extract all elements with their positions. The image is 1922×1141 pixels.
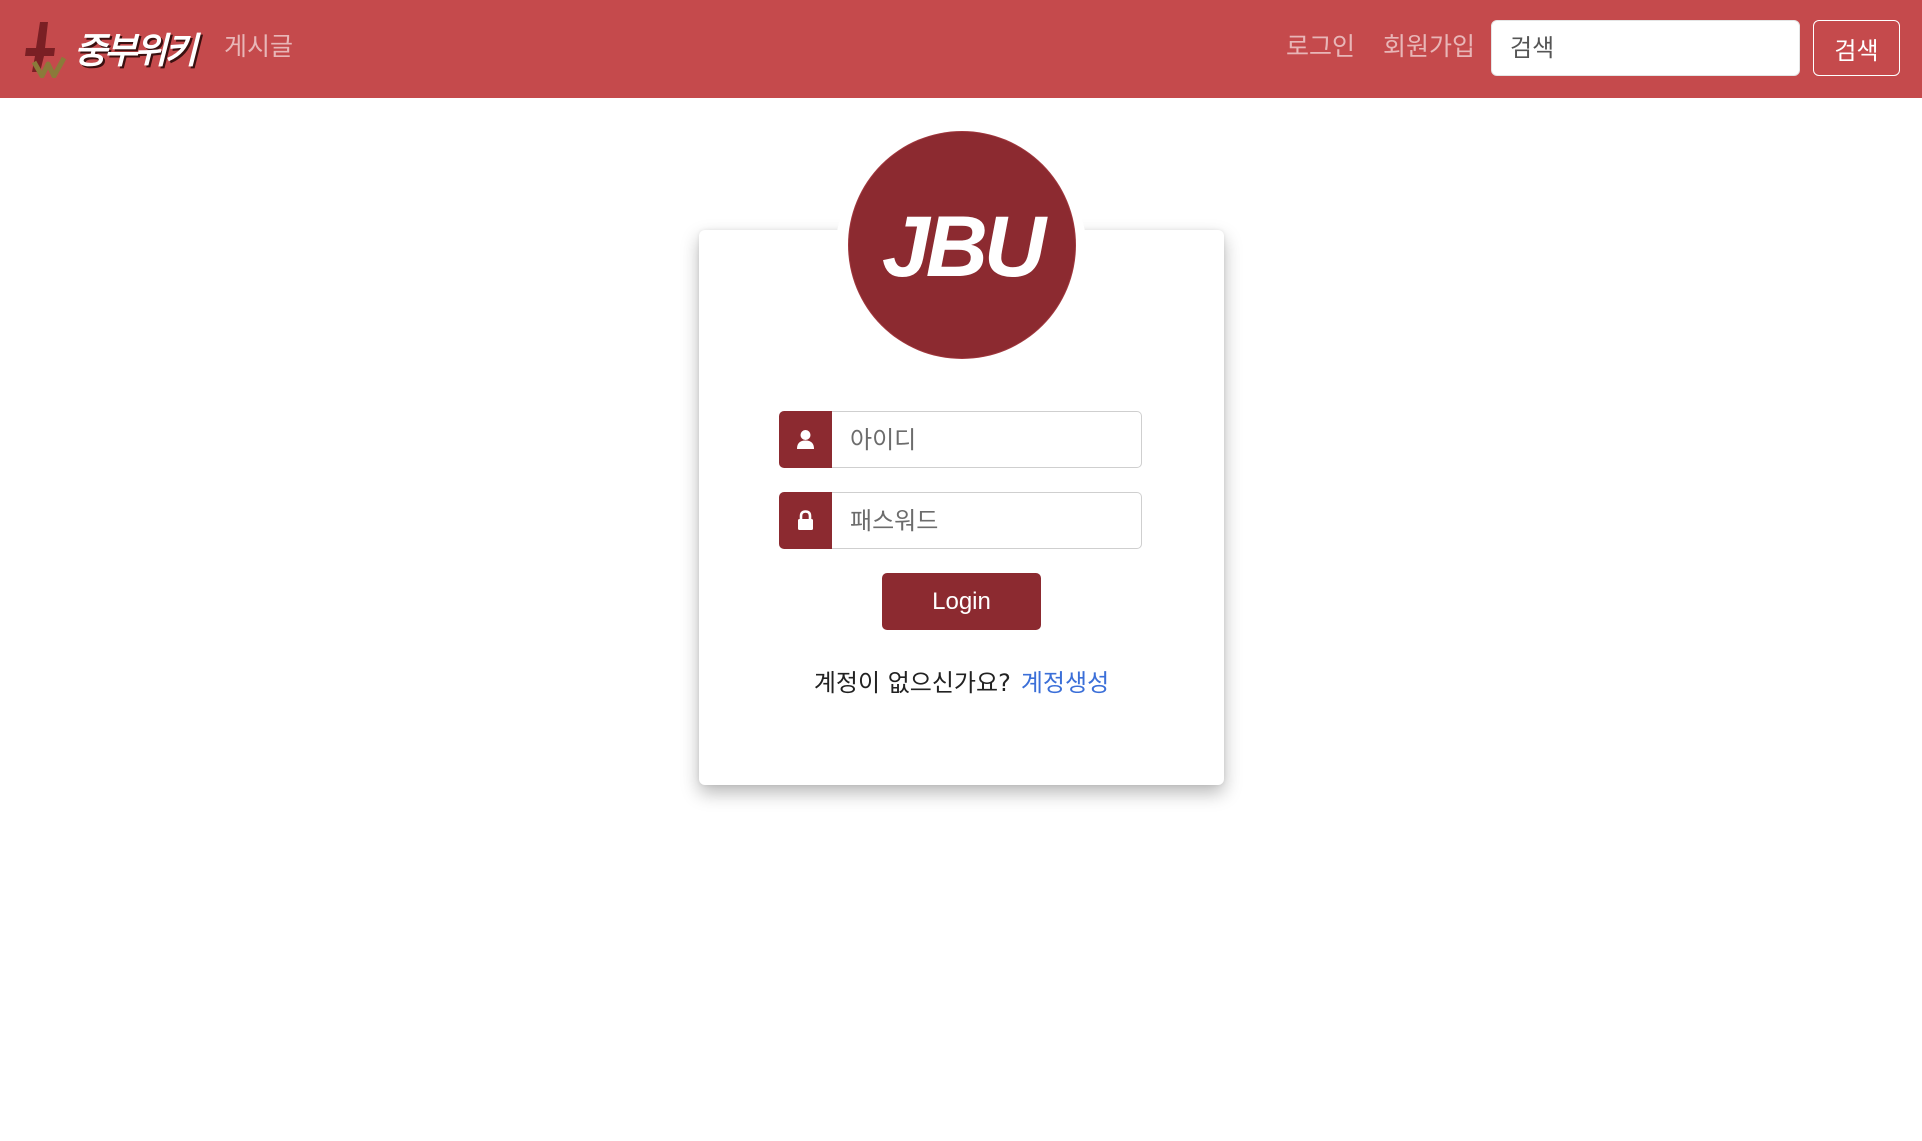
lock-icon (798, 510, 813, 530)
jbu-logo-text: JBU (882, 199, 1048, 295)
password-input-group (779, 492, 1142, 549)
jbu-logo-icon: JBU (882, 199, 1052, 295)
create-account-link[interactable]: 계정생성 (1021, 669, 1109, 697)
nav-login-link[interactable]: 로그인 (1286, 30, 1355, 64)
jbu-logo: JBU (849, 132, 1075, 358)
navbar: 중부위키 게시글 로그인 회원가입 검색 (0, 0, 1922, 98)
password-addon (779, 492, 832, 549)
nav-signup-link[interactable]: 회원가입 (1383, 30, 1475, 64)
username-input-group (779, 411, 1142, 468)
user-icon (797, 430, 814, 449)
no-account-text: 계정이 없으신가요? (813, 669, 1011, 697)
nav-posts-link[interactable]: 게시글 (224, 30, 293, 64)
search-input[interactable] (1491, 20, 1800, 76)
search-button[interactable]: 검색 (1813, 20, 1900, 76)
signup-prompt: 계정이 없으신가요? 계정생성 (699, 666, 1224, 700)
password-field[interactable] (832, 492, 1142, 549)
username-addon (779, 411, 832, 468)
login-button[interactable]: Login (882, 573, 1041, 630)
brand-text: 중부위키 (74, 31, 197, 72)
username-field[interactable] (832, 411, 1142, 468)
brand-logo-link[interactable]: 중부위키 (22, 18, 197, 78)
